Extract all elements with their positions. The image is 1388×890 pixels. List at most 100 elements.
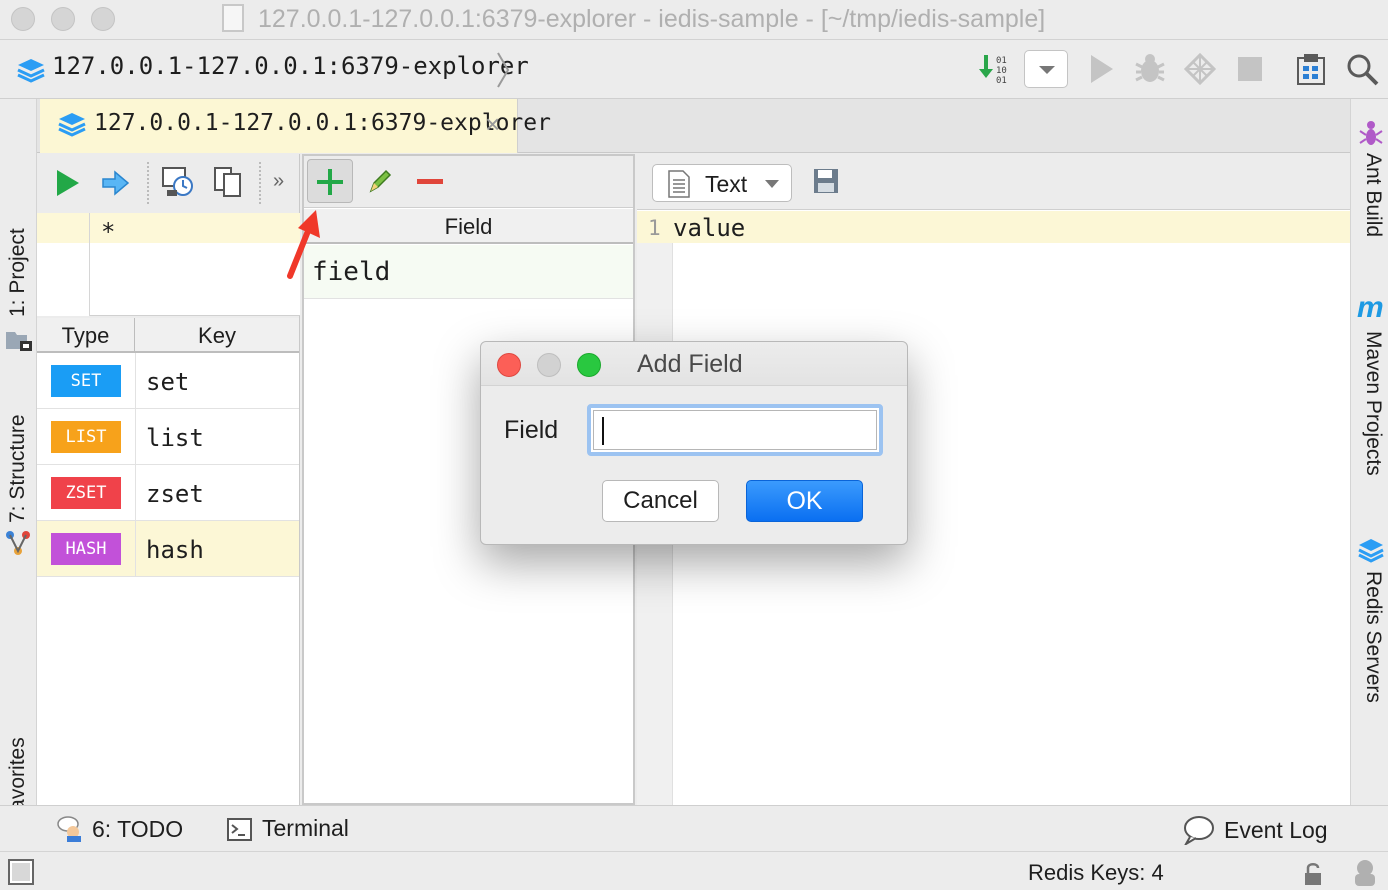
sort-binary-icon[interactable]: 01 10 01	[978, 53, 1012, 85]
line-number: 1	[648, 216, 661, 240]
type-badge: SET	[51, 365, 121, 397]
tool-window-maven-projects[interactable]: Maven Projects	[1361, 331, 1385, 476]
run-icon[interactable]	[55, 168, 81, 198]
add-field-button[interactable]	[307, 159, 353, 203]
tool-window-project[interactable]: 1: Project	[6, 228, 30, 317]
terminal-label: Terminal	[262, 815, 349, 841]
key-pattern-text: *	[101, 218, 116, 246]
todo-icon	[57, 816, 81, 842]
navigation-bar: 127.0.0.1-127.0.0.1:6379-explorer 01 10 …	[0, 41, 1388, 99]
tool-window-event-log[interactable]: Event Log	[1182, 815, 1328, 845]
format-dropdown[interactable]: Text	[652, 164, 792, 202]
tool-window-terminal[interactable]: Terminal	[226, 815, 349, 842]
left-tool-strip: 1: Project 7: Structure 2: Favorites	[0, 99, 37, 879]
bottom-tool-bar: 6: TODO Terminal Event Log	[0, 805, 1388, 851]
table-row[interactable]: ZSET zset	[37, 465, 299, 521]
project-structure-icon[interactable]	[1296, 52, 1328, 86]
field-label: Field	[504, 416, 559, 444]
dialog-titlebar: Add Field	[481, 342, 907, 386]
ok-button[interactable]: OK	[746, 480, 863, 522]
format-value: Text	[705, 171, 748, 197]
save-icon[interactable]	[813, 168, 839, 194]
copy-icon[interactable]	[213, 166, 243, 198]
svg-text:10: 10	[996, 66, 1007, 76]
text-file-icon	[668, 170, 690, 198]
add-field-dialog: Add Field Field Cancel OK	[480, 341, 908, 545]
redis-stack-icon	[17, 59, 45, 83]
unlock-icon[interactable]	[1302, 862, 1324, 886]
table-row[interactable]: SET set	[37, 353, 299, 409]
window-title: 127.0.0.1-127.0.0.1:6379-explorer - iedi…	[258, 5, 1046, 33]
text-cursor	[602, 417, 604, 445]
remove-field-icon[interactable]	[416, 176, 444, 188]
project-folder-icon	[6, 332, 32, 351]
pattern-current-line	[90, 213, 300, 243]
svg-text:01: 01	[996, 76, 1007, 85]
breadcrumb[interactable]: 127.0.0.1-127.0.0.1:6379-explorer	[52, 52, 529, 80]
pattern-gutter	[37, 243, 90, 316]
key-cell: set	[135, 353, 299, 409]
type-badge: HASH	[51, 533, 121, 565]
coverage-icon[interactable]	[1184, 53, 1216, 85]
zoom-window-button[interactable]	[91, 7, 115, 31]
debug-icon[interactable]	[1134, 52, 1166, 86]
event-log-label: Event Log	[1224, 816, 1328, 843]
redis-stack-icon	[1358, 539, 1384, 563]
table-row-selected[interactable]: HASH hash	[37, 521, 299, 577]
field-input-focus-ring	[587, 404, 883, 456]
tool-window-redis-servers[interactable]: Redis Servers	[1361, 571, 1385, 703]
type-badge: LIST	[51, 421, 121, 453]
more-actions-icon[interactable]: »	[273, 170, 284, 193]
next-arrow-icon[interactable]	[101, 170, 131, 196]
type-badge: ZSET	[51, 477, 121, 509]
document-icon	[222, 4, 244, 32]
column-header-key[interactable]: Key	[135, 318, 299, 353]
minimize-window-button[interactable]	[51, 7, 75, 31]
tool-window-structure[interactable]: 7: Structure	[6, 414, 30, 523]
chevron-down-icon	[765, 180, 779, 188]
field-input[interactable]	[593, 410, 877, 450]
field-row[interactable]: field	[304, 245, 633, 299]
toolbar-separator	[147, 162, 149, 204]
breadcrumb-chevron-icon	[497, 52, 510, 88]
dialog-close-button[interactable]	[497, 353, 521, 377]
search-icon[interactable]	[1346, 53, 1380, 87]
close-window-button[interactable]	[11, 7, 35, 31]
chevron-down-icon	[1039, 66, 1055, 74]
toggle-tool-windows-icon[interactable]	[8, 859, 34, 885]
editor-tab[interactable]: 127.0.0.1-127.0.0.1:6379-explorer ×	[40, 99, 551, 153]
run-config-dropdown[interactable]	[1024, 50, 1068, 88]
table-row[interactable]: LIST list	[37, 409, 299, 465]
column-header-field[interactable]: Field	[304, 209, 633, 244]
tool-window-ant-build[interactable]: Ant Build	[1361, 153, 1385, 237]
right-tool-strip: Ant Build m Maven Projects Redis Servers	[1350, 99, 1388, 805]
keyspace-icon[interactable]	[161, 166, 195, 198]
terminal-icon	[227, 817, 252, 841]
todo-label: 6: TODO	[92, 815, 184, 842]
dialog-zoom-button[interactable]	[577, 353, 601, 377]
window-titlebar: 127.0.0.1-127.0.0.1:6379-explorer - iedi…	[0, 0, 1388, 40]
edit-pencil-icon[interactable]	[368, 169, 392, 195]
run-icon[interactable]	[1087, 53, 1115, 85]
plus-icon	[317, 169, 343, 195]
close-icon[interactable]: ×	[485, 109, 500, 140]
status-bar: Redis Keys: 4	[0, 851, 1388, 890]
key-pattern-editor[interactable]: *	[37, 213, 300, 316]
event-log-icon	[1184, 816, 1214, 845]
key-table: Type Key SET set LIST list ZSET zset HAS…	[37, 318, 299, 805]
key-cell: zset	[135, 465, 299, 521]
key-cell: hash	[135, 521, 299, 577]
column-header-type[interactable]: Type	[37, 318, 135, 353]
redis-keys-count: Redis Keys: 4	[1028, 860, 1164, 885]
redis-stack-icon	[58, 113, 86, 137]
editor-tab-row: 127.0.0.1-127.0.0.1:6379-explorer ×	[37, 99, 1350, 153]
toolbar-separator	[259, 162, 261, 204]
maven-icon: m	[1357, 291, 1384, 324]
ant-icon	[1359, 121, 1383, 145]
stop-icon[interactable]	[1238, 57, 1262, 81]
tool-window-todo[interactable]: 6: TODO	[56, 815, 183, 843]
value-text[interactable]: value	[673, 214, 745, 242]
inspector-icon[interactable]	[1350, 858, 1380, 888]
cancel-button[interactable]: Cancel	[602, 480, 719, 522]
dialog-minimize-button[interactable]	[537, 353, 561, 377]
